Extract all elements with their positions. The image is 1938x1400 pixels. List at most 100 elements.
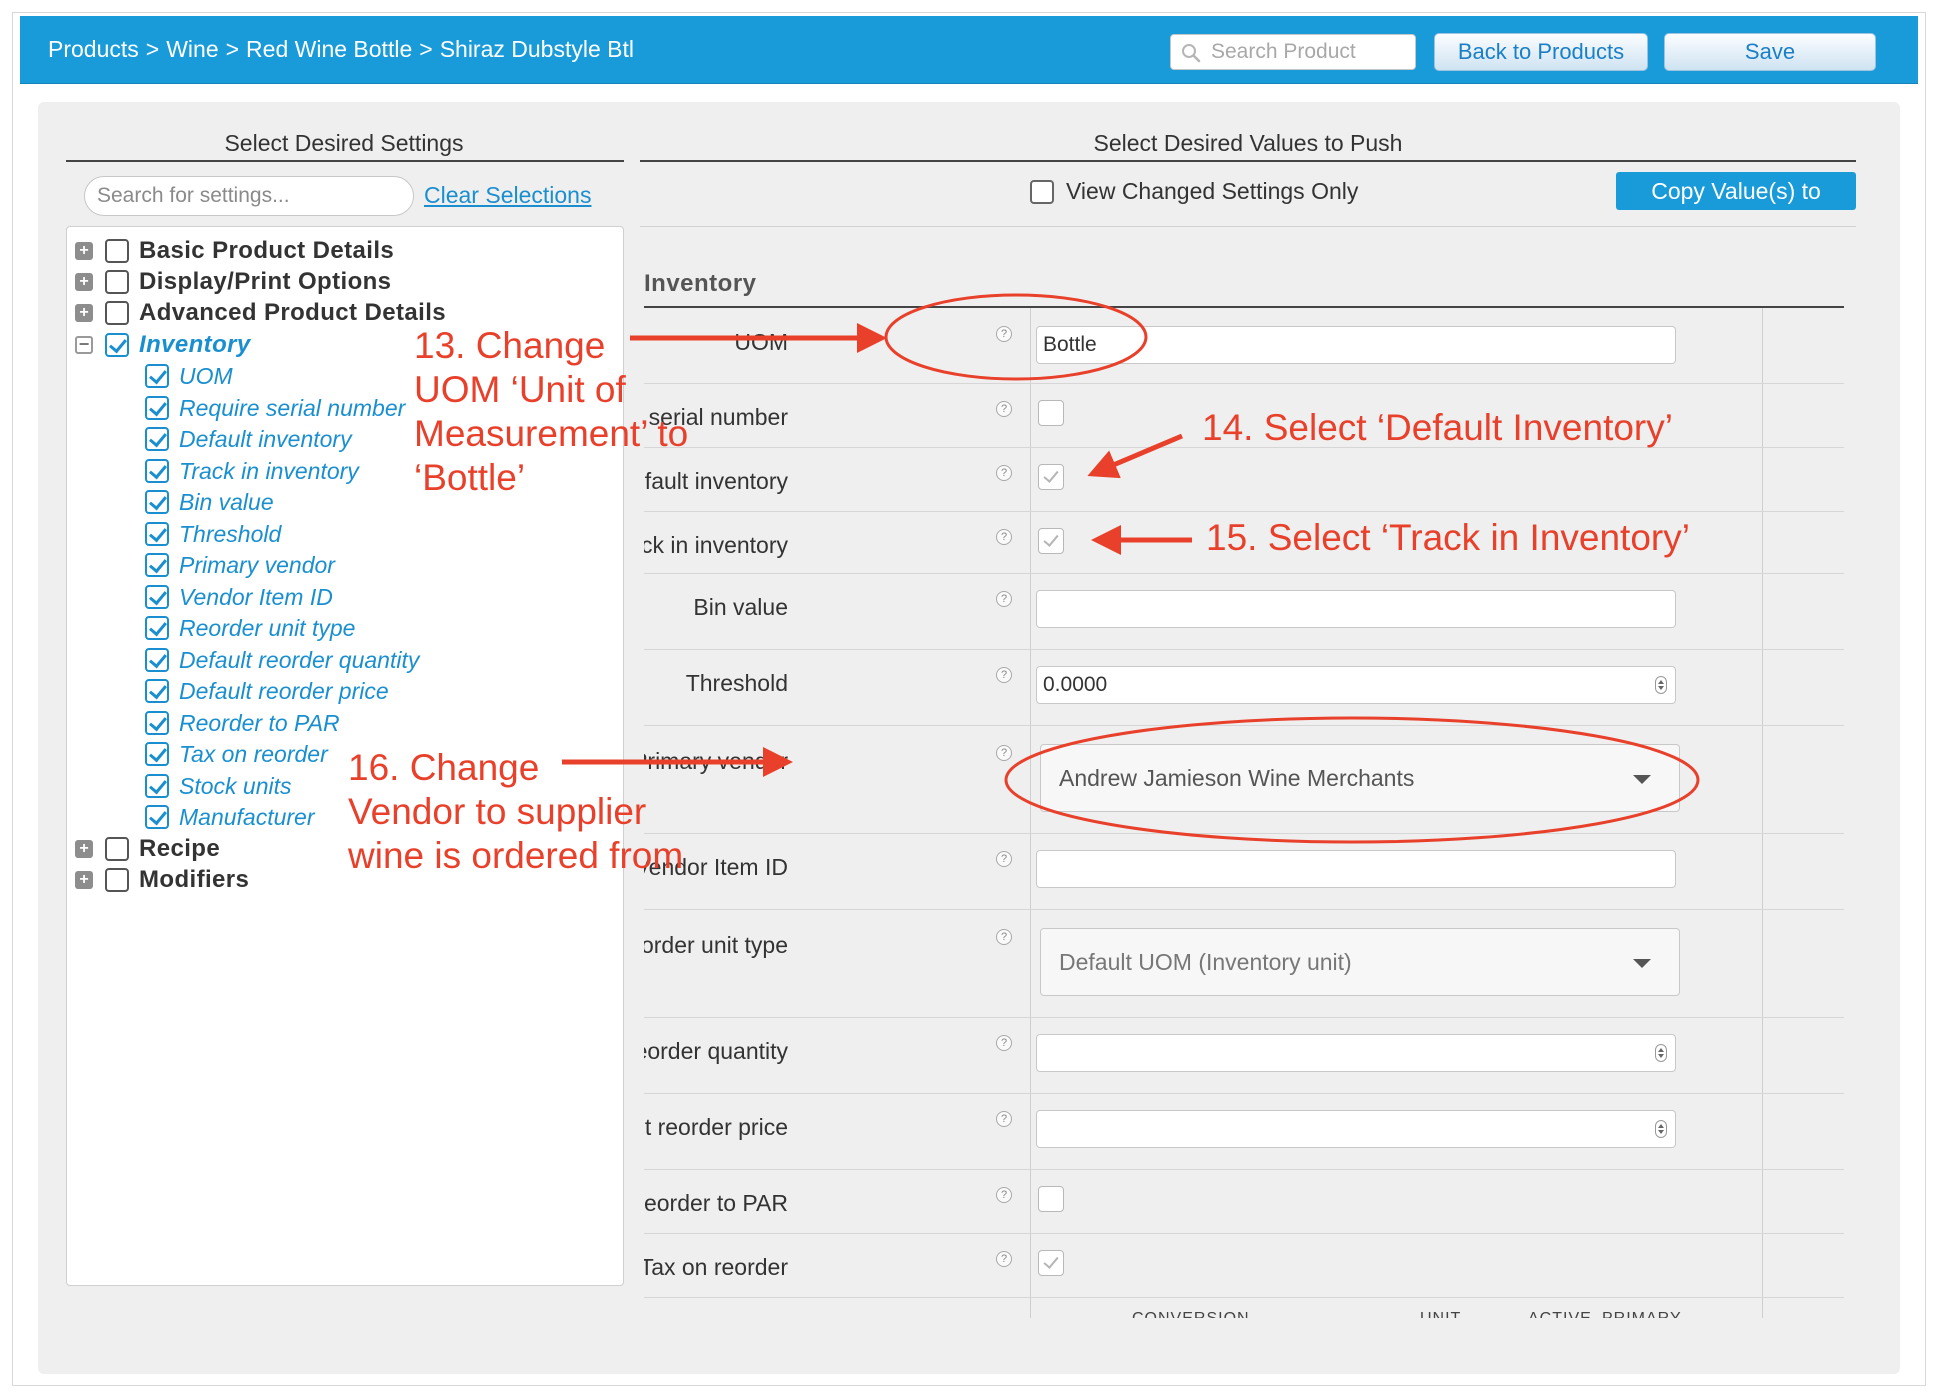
group-checkbox[interactable]: [105, 239, 129, 263]
tree-item-reorder-unit-type[interactable]: Reorder unit type: [145, 614, 355, 642]
settings-search-input[interactable]: [84, 176, 414, 216]
group-checkbox[interactable]: [105, 868, 129, 892]
tree-item-track-in-inventory[interactable]: Track in inventory: [145, 457, 359, 485]
item-checkbox-checked[interactable]: [145, 742, 169, 766]
tree-item-primary-vendor[interactable]: Primary vendor: [145, 551, 335, 579]
group-checkbox-checked[interactable]: [105, 333, 129, 357]
group-checkbox[interactable]: [105, 837, 129, 861]
breadcrumb-red-wine-bottle[interactable]: Red Wine Bottle: [246, 36, 412, 62]
item-checkbox-checked[interactable]: [145, 396, 169, 420]
item-checkbox-checked[interactable]: [145, 427, 169, 451]
form-row-default-inventory: Default inventory ?: [644, 448, 1844, 512]
reorder-unit-type-select[interactable]: Default UOM (Inventory unit): [1040, 928, 1680, 996]
tree-item-bin-value[interactable]: Bin value: [145, 488, 274, 516]
item-checkbox-checked[interactable]: [145, 616, 169, 640]
stepper-icon[interactable]: [1655, 1044, 1667, 1062]
clear-selections-link[interactable]: Clear Selections: [424, 182, 591, 209]
tree-group-modifiers[interactable]: + Modifiers: [75, 866, 249, 894]
help-icon[interactable]: ?: [996, 1187, 1012, 1203]
tree-item-default-inventory[interactable]: Default inventory: [145, 425, 352, 453]
default-reorder-quantity-input[interactable]: [1036, 1034, 1676, 1072]
item-checkbox-checked[interactable]: [145, 459, 169, 483]
help-icon[interactable]: ?: [996, 1111, 1012, 1127]
help-icon[interactable]: ?: [996, 929, 1012, 945]
tax-on-reorder-checkbox[interactable]: [1038, 1250, 1064, 1276]
help-icon[interactable]: ?: [996, 529, 1012, 545]
back-to-products-button[interactable]: Back to Products: [1434, 33, 1648, 71]
group-checkbox[interactable]: [105, 301, 129, 325]
stepper-icon[interactable]: [1655, 676, 1667, 694]
breadcrumb-separator: >: [145, 36, 160, 62]
tree-group-label: Inventory: [139, 331, 251, 358]
item-checkbox-checked[interactable]: [145, 553, 169, 577]
tree-group-recipe[interactable]: + Recipe: [75, 835, 220, 863]
table-header-conversion: CONVERSION: [1132, 1310, 1250, 1318]
tree-group-basic-product-details[interactable]: + Basic Product Details: [75, 237, 394, 265]
help-icon[interactable]: ?: [996, 1251, 1012, 1267]
tree-group-inventory[interactable]: − Inventory: [75, 331, 251, 359]
tree-item-require-serial-number[interactable]: Require serial number: [145, 394, 405, 422]
require-serial-checkbox[interactable]: [1038, 400, 1064, 426]
track-in-inventory-checkbox[interactable]: [1038, 528, 1064, 554]
item-checkbox-checked[interactable]: [145, 648, 169, 672]
item-checkbox-checked[interactable]: [145, 522, 169, 546]
item-checkbox-checked[interactable]: [145, 679, 169, 703]
default-inventory-checkbox[interactable]: [1038, 464, 1064, 490]
save-button[interactable]: Save: [1664, 33, 1876, 71]
tree-item-label: Tax on reorder: [179, 740, 328, 767]
expand-icon[interactable]: +: [75, 304, 93, 322]
tree-item-default-reorder-price[interactable]: Default reorder price: [145, 677, 389, 705]
item-checkbox-checked[interactable]: [145, 364, 169, 388]
threshold-input[interactable]: 0.0000: [1036, 666, 1676, 704]
tree-item-manufacturer[interactable]: Manufacturer: [145, 803, 315, 831]
stepper-icon[interactable]: [1655, 1120, 1667, 1138]
item-checkbox-checked[interactable]: [145, 585, 169, 609]
bin-value-input[interactable]: [1036, 590, 1676, 628]
tree-item-vendor-item-id[interactable]: Vendor Item ID: [145, 583, 333, 611]
item-checkbox-checked[interactable]: [145, 490, 169, 514]
tree-group-advanced-product-details[interactable]: + Advanced Product Details: [75, 299, 446, 327]
help-icon[interactable]: ?: [996, 401, 1012, 417]
help-icon[interactable]: ?: [996, 667, 1012, 683]
default-reorder-price-input[interactable]: [1036, 1110, 1676, 1148]
view-changed-checkbox[interactable]: [1030, 179, 1054, 204]
annotation-step-13: 13. Change UOM ‘Unit of Measurement’ to …: [414, 324, 688, 500]
help-icon[interactable]: ?: [996, 591, 1012, 607]
uom-input[interactable]: Bottle: [1036, 326, 1676, 364]
help-icon[interactable]: ?: [996, 1035, 1012, 1051]
tree-item-reorder-to-par[interactable]: Reorder to PAR: [145, 709, 340, 737]
tree-item-stock-units[interactable]: Stock units: [145, 772, 292, 800]
breadcrumb-products[interactable]: Products: [48, 36, 139, 62]
expand-icon[interactable]: +: [75, 273, 93, 291]
expand-icon[interactable]: +: [75, 840, 93, 858]
primary-vendor-select[interactable]: Andrew Jamieson Wine Merchants: [1040, 744, 1680, 812]
search-product-box[interactable]: [1170, 34, 1416, 70]
tree-group-label: Modifiers: [139, 866, 250, 893]
expand-icon[interactable]: +: [75, 871, 93, 889]
breadcrumb-wine[interactable]: Wine: [166, 36, 218, 62]
tree-item-uom[interactable]: UOM: [145, 362, 233, 390]
copy-values-button[interactable]: Copy Value(s) to: [1616, 172, 1856, 210]
field-label: UOM: [734, 329, 788, 355]
help-icon[interactable]: ?: [996, 745, 1012, 761]
form-row-tax-on-reorder: Tax on reorder ?: [644, 1234, 1844, 1298]
annotation-line: wine is ordered from: [348, 835, 684, 876]
tree-item-tax-on-reorder[interactable]: Tax on reorder: [145, 740, 328, 768]
vendor-item-id-input[interactable]: [1036, 850, 1676, 888]
view-changed-only-toggle[interactable]: View Changed Settings Only: [1030, 178, 1358, 205]
collapse-icon[interactable]: −: [75, 335, 93, 354]
item-checkbox-checked[interactable]: [145, 805, 169, 829]
breadcrumb-separator: >: [225, 36, 240, 62]
expand-icon[interactable]: +: [75, 242, 93, 260]
tree-group-display-print-options[interactable]: + Display/Print Options: [75, 268, 391, 296]
tree-item-threshold[interactable]: Threshold: [145, 520, 281, 548]
tree-item-default-reorder-quantity[interactable]: Default reorder quantity: [145, 646, 419, 674]
item-checkbox-checked[interactable]: [145, 774, 169, 798]
reorder-to-par-checkbox[interactable]: [1038, 1186, 1064, 1212]
group-checkbox[interactable]: [105, 270, 129, 294]
help-icon[interactable]: ?: [996, 465, 1012, 481]
search-product-input[interactable]: [1209, 39, 1409, 65]
item-checkbox-checked[interactable]: [145, 711, 169, 735]
help-icon[interactable]: ?: [996, 326, 1012, 342]
help-icon[interactable]: ?: [996, 851, 1012, 867]
